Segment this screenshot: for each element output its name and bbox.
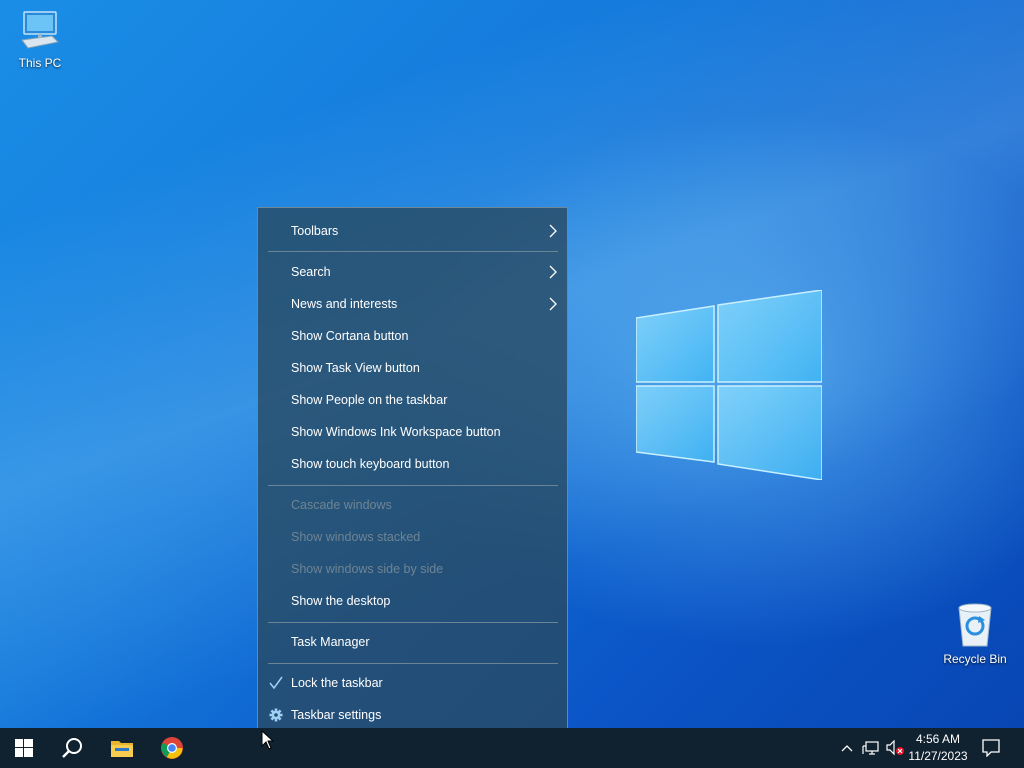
menu-item-label: Taskbar settings <box>291 708 382 722</box>
chevron-right-icon <box>549 215 557 259</box>
search-icon <box>62 738 82 758</box>
menu-separator <box>268 663 558 664</box>
menu-item-news-and-interests[interactable]: News and interests <box>258 288 567 320</box>
menu-item-show-touch-keyboard[interactable]: Show touch keyboard button <box>258 448 567 480</box>
desktop-icon-this-pc[interactable]: This PC <box>0 8 80 70</box>
menu-item-toolbars[interactable]: Toolbars <box>258 215 567 247</box>
menu-item-label: Show the desktop <box>291 594 391 608</box>
menu-item-cascade-windows: Cascade windows <box>258 489 567 521</box>
network-icon <box>862 741 879 755</box>
file-explorer-icon <box>111 741 133 757</box>
menu-item-task-manager[interactable]: Task Manager <box>258 626 567 658</box>
menu-item-search[interactable]: Search <box>258 256 567 288</box>
menu-item-label: Lock the taskbar <box>291 676 383 690</box>
menu-item-show-the-desktop[interactable]: Show the desktop <box>258 585 567 617</box>
network-button[interactable] <box>860 728 882 768</box>
menu-item-label: Show touch keyboard button <box>291 457 450 471</box>
menu-item-label: Show People on the taskbar <box>291 393 448 407</box>
menu-item-lock-the-taskbar[interactable]: Lock the taskbar <box>258 667 567 699</box>
search-button[interactable] <box>48 728 96 768</box>
menu-item-taskbar-settings[interactable]: Taskbar settings <box>258 699 567 731</box>
mouse-cursor-icon <box>261 730 275 750</box>
chrome-icon <box>161 737 183 759</box>
start-icon <box>15 739 33 757</box>
file-explorer-button[interactable] <box>98 728 146 768</box>
taskbar-context-menu: Toolbars Search News and interests Show … <box>257 207 568 739</box>
menu-item-label: Show Cortana button <box>291 329 409 343</box>
chrome-button[interactable] <box>148 728 196 768</box>
desktop-icon-recycle-bin[interactable]: Recycle Bin <box>935 602 1015 666</box>
desktop-icon-label: This PC <box>18 56 62 70</box>
taskbar[interactable]: 4:56 AM 11/27/2023 <box>0 728 1024 768</box>
windows-logo-wallpaper <box>636 290 822 480</box>
menu-item-show-windows-side-by-side: Show windows side by side <box>258 553 567 585</box>
menu-item-show-cortana-button[interactable]: Show Cortana button <box>258 320 567 352</box>
menu-item-show-windows-stacked: Show windows stacked <box>258 521 567 553</box>
menu-item-label: News and interests <box>291 297 398 311</box>
menu-item-label: Show windows side by side <box>291 562 444 576</box>
menu-item-show-windows-ink[interactable]: Show Windows Ink Workspace button <box>258 416 567 448</box>
menu-item-label: Search <box>291 265 331 279</box>
menu-item-label: Show Windows Ink Workspace button <box>291 425 501 439</box>
menu-item-label: Cascade windows <box>291 498 392 512</box>
recycle-bin-icon <box>958 603 992 647</box>
clock-date: 11/27/2023 <box>908 749 968 763</box>
menu-separator <box>268 251 558 252</box>
menu-separator <box>268 485 558 486</box>
menu-item-show-people[interactable]: Show People on the taskbar <box>258 384 567 416</box>
chevron-up-icon <box>841 745 853 752</box>
desktop-icon-label: Recycle Bin <box>943 652 1007 666</box>
action-center-button[interactable] <box>978 728 1004 768</box>
computer-icon <box>21 11 60 49</box>
show-hidden-icons-button[interactable] <box>836 728 858 768</box>
menu-item-label: Toolbars <box>291 224 339 238</box>
taskbar-clock[interactable]: 4:56 AM 11/27/2023 <box>903 731 973 765</box>
menu-separator <box>268 622 558 623</box>
clock-time: 4:56 AM <box>915 732 961 746</box>
menu-item-label: Show Task View button <box>291 361 420 375</box>
menu-item-label: Show windows stacked <box>291 530 421 544</box>
menu-item-label: Task Manager <box>291 635 370 649</box>
volume-muted-icon <box>886 740 904 756</box>
menu-item-show-task-view-button[interactable]: Show Task View button <box>258 352 567 384</box>
action-center-icon <box>982 739 1000 757</box>
start-button[interactable] <box>0 728 48 768</box>
